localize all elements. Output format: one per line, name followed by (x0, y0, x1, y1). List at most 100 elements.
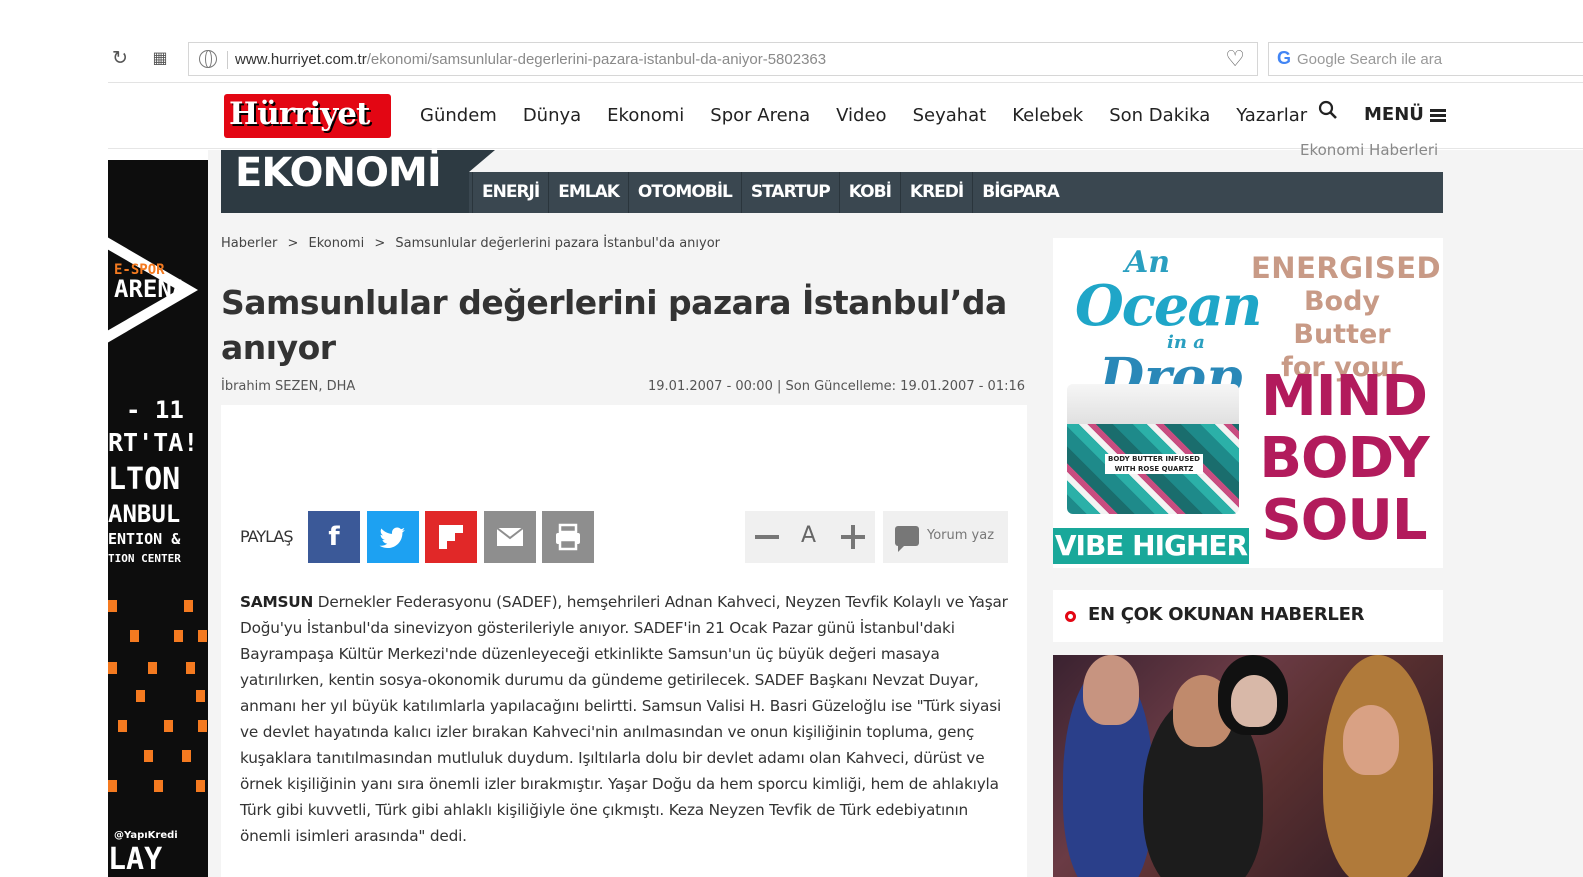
photo-face-4 (1343, 705, 1399, 775)
ad-vibe-higher: VIBE HIGHER (1053, 528, 1249, 564)
ad-text-hilton: LTON (108, 462, 181, 497)
most-read-label: EN ÇOK OKUNAN HABERLER (1088, 604, 1365, 625)
ad-text-center: TION CENTER (108, 552, 181, 565)
ad-jar-label: BODY BUTTER INFUSED WITH ROSE QUARTZ (1105, 454, 1203, 474)
ad-text-yapikredi: @YapıKredi (114, 830, 178, 841)
printer-icon (556, 523, 580, 551)
hurriyet-logo[interactable]: Hürriyet (224, 94, 391, 138)
facebook-share-button[interactable]: f (308, 511, 360, 563)
nav-seyahat[interactable]: Seyahat (913, 105, 987, 126)
nav-yazarlar[interactable]: Yazarlar (1236, 105, 1307, 126)
address-separator (227, 51, 228, 69)
twitter-icon (379, 527, 405, 548)
article-author: İbrahim SEZEN, DHA (221, 379, 356, 394)
article-body-text: Dernekler Federasyonu (SADEF), hemşehril… (240, 593, 1008, 845)
nav-video[interactable]: Video (836, 105, 886, 126)
write-comment-button[interactable]: Yorum yaz (883, 511, 1008, 563)
breadcrumb-separator: > (374, 236, 386, 251)
category-title[interactable]: EKONOMİ (221, 150, 495, 213)
ad-body: BODY (1259, 426, 1429, 491)
menu-label: MENÜ (1364, 104, 1424, 125)
ad-dot-pattern (108, 590, 208, 820)
font-size-label: A (801, 523, 817, 548)
share-label: PAYLAŞ (240, 527, 293, 546)
flipboard-icon (439, 525, 463, 549)
ad-text-convention: ENTION & (108, 530, 181, 548)
mail-icon (496, 527, 524, 546)
menu-button[interactable]: MENÜ (1364, 104, 1446, 125)
url-domain: www.hurriyet.com.tr (235, 51, 367, 68)
nav-spor-arena[interactable]: Spor Arena (710, 105, 810, 126)
subcat-emlak[interactable]: EMLAK (548, 172, 628, 213)
breadcrumb-haberler[interactable]: Haberler (221, 236, 277, 251)
search-icon[interactable] (1318, 100, 1338, 120)
subcat-kredi[interactable]: KREDİ (899, 172, 972, 213)
facebook-icon: f (328, 522, 340, 552)
url-path: /ekonomi/samsunlular-degerlerini-pazara-… (366, 51, 827, 68)
photo-face-1 (1083, 655, 1139, 725)
nav-gundem[interactable]: Gündem (420, 105, 497, 126)
search-placeholder: Google Search ile ara (1297, 51, 1443, 68)
site-header: Hürriyet Gündem Dünya Ekonomi Spor Arena… (108, 84, 1583, 149)
font-increase-icon-vertical[interactable] (851, 525, 855, 549)
flipboard-share-button[interactable] (425, 511, 477, 563)
font-decrease-icon[interactable] (755, 535, 779, 539)
article-lead: SAMSUN (240, 593, 314, 611)
ad-jar-lid (1067, 384, 1239, 424)
reload-icon[interactable]: ↻ (108, 46, 132, 70)
ad-product-jar: BODY BUTTER INFUSED WITH ROSE QUARTZ (1067, 384, 1239, 514)
subcat-kobi[interactable]: KOBİ (838, 172, 900, 213)
breadcrumb-separator: > (287, 236, 299, 251)
ad-text-istanbul: ANBUL (108, 500, 181, 528)
ad-body-butter: Body Butter (1293, 286, 1391, 350)
nav-dunya[interactable]: Dünya (523, 105, 581, 126)
twitter-share-button[interactable] (367, 511, 419, 563)
ad-mind-body-soul: MIND BODY SOUL (1253, 366, 1435, 552)
breadcrumb: Haberler > Ekonomi > Samsunlular değerle… (221, 236, 726, 251)
font-size-control: A (745, 511, 875, 563)
main-nav: Gündem Dünya Ekonomi Spor Arena Video Se… (420, 105, 1333, 126)
ad-energised: ENERGISED (1251, 251, 1442, 285)
left-skyscraper-ad[interactable]: E-SPOR ARENA - 11 RT'TA! LTON ANBUL ENTI… (108, 160, 208, 877)
right-ad-banner[interactable]: An Ocean in a Drop ENERGISED Body Butter… (1053, 238, 1443, 568)
subcat-otomobil[interactable]: OTOMOBİL (627, 172, 741, 213)
article-body: SAMSUN Dernekler Federasyonu (SADEF), he… (240, 589, 1015, 849)
page: ↻ ▦ www.hurriyet.com.tr/ekonomi/samsunlu… (0, 0, 1583, 877)
ad-ocean-ocean: Ocean (1075, 273, 1263, 339)
comment-label: Yorum yaz (927, 528, 995, 543)
subcat-bigpara[interactable]: BİGPARA (972, 172, 1068, 213)
subcategory-nav: ENERJİ EMLAK OTOMOBİL STARTUP KOBİ KREDİ… (472, 172, 1068, 213)
article-dates: 19.01.2007 - 00:00 | Son Güncelleme: 19.… (648, 379, 1026, 394)
ad-soul: SOUL (1261, 488, 1427, 553)
nav-ekonomi[interactable]: Ekonomi (607, 105, 684, 126)
most-read-header: EN ÇOK OKUNAN HABERLER (1053, 590, 1443, 642)
google-search-input[interactable]: G Google Search ile ara (1268, 42, 1583, 76)
google-icon: G (1277, 48, 1292, 68)
ad-mind: MIND (1261, 364, 1428, 429)
bookmark-heart-icon[interactable]: ♡ (1225, 47, 1245, 72)
ekonomi-haberleri-link[interactable]: Ekonomi Haberleri (1300, 141, 1438, 159)
ad-text-play: LAY (108, 842, 163, 877)
email-share-button[interactable] (484, 511, 536, 563)
url-text[interactable]: www.hurriyet.com.tr/ekonomi/samsunlular-… (235, 51, 826, 68)
category-bar-gap (469, 150, 1443, 172)
subcat-enerji[interactable]: ENERJİ (472, 172, 548, 213)
comment-bubble-icon (895, 526, 919, 552)
breadcrumb-ekonomi[interactable]: Ekonomi (308, 236, 364, 251)
category-title-text: EKONOMİ (235, 150, 442, 196)
subcat-startup[interactable]: STARTUP (740, 172, 839, 213)
print-button[interactable] (542, 511, 594, 563)
photo-face-3 (1231, 675, 1277, 727)
ad-text-date: - 11 (126, 396, 184, 424)
nav-son-dakika[interactable]: Son Dakika (1109, 105, 1210, 126)
logo-text: Hürriyet (229, 96, 370, 132)
ad-ocean-logo: An Ocean in a Drop (1075, 248, 1263, 404)
speed-dial-icon[interactable]: ▦ (148, 46, 172, 70)
browser-toolbar: ↻ ▦ www.hurriyet.com.tr/ekonomi/samsunlu… (108, 36, 1583, 83)
most-read-bullet-icon (1065, 611, 1076, 622)
address-bar[interactable]: www.hurriyet.com.tr/ekonomi/samsunlular-… (188, 42, 1258, 76)
most-read-photo[interactable] (1053, 655, 1443, 877)
ad-text-arena: ARENA (114, 275, 187, 303)
hamburger-icon (1429, 107, 1446, 124)
nav-kelebek[interactable]: Kelebek (1012, 105, 1083, 126)
